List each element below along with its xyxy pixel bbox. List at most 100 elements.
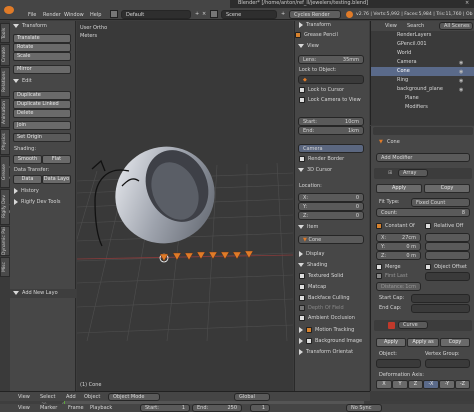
3d-viewport[interactable]: User Ortho Meters (1) Cone [77,21,293,391]
rigify-section-header[interactable]: Rigify Dev Tools [10,198,76,207]
clip-start-field[interactable]: Start: 10cm [298,117,364,126]
relative-offset-z[interactable] [425,251,470,260]
relative-offset-x[interactable] [425,233,470,242]
add-modifier-dropdown[interactable]: Add Modifier [376,153,470,162]
layout-selector[interactable]: Default [121,10,191,19]
axis-x-button[interactable]: X [376,380,392,389]
tab-misc[interactable]: Misc [0,257,10,277]
transform-orientations-header[interactable]: Transform Orientat [295,348,353,357]
menu-help[interactable]: Help [90,13,101,18]
rotate-button[interactable]: Rotate [13,43,71,52]
translate-button[interactable]: Translate [13,34,71,43]
ambient-occlusion-checkbox[interactable]: Ambient Occlusion [299,314,355,323]
offset-object-field[interactable] [425,272,470,281]
history-section-header[interactable]: History [10,187,76,196]
relative-offset-y[interactable] [425,242,470,251]
curve-copy-button[interactable]: Copy [440,338,470,347]
tab-relations[interactable]: Relations [0,67,10,97]
render-border-checkbox[interactable]: Render Border [299,155,344,164]
relative-offset-checkbox[interactable]: Relative Off [425,222,463,231]
clip-end-field[interactable]: End: 1km [298,126,364,135]
outliner-search-menu[interactable]: Search [407,24,424,29]
blender-logo-icon[interactable] [4,6,14,14]
mode-selector[interactable]: Object Mode [108,393,160,401]
scene-selector[interactable]: Scene [221,10,277,19]
menu-window[interactable]: Window [64,13,84,18]
outliner-display-mode[interactable]: All Scenes [439,22,473,30]
start-frame-field[interactable]: Start: 1 [140,404,190,412]
curve-object-field[interactable] [376,359,421,368]
view3d-object-menu[interactable]: Object [84,395,100,400]
depth-of-field-checkbox[interactable]: Depth Of Field [299,304,344,313]
curve-modifier-name[interactable]: Curve [398,321,428,329]
merge-checkbox[interactable]: Merge [376,263,401,272]
scene-add-icon[interactable]: + [281,12,285,17]
timeline-marker-menu[interactable]: Marker [40,406,57,411]
tab-physics[interactable]: Physics [0,129,10,155]
mirror-button[interactable]: Mirror [13,65,71,74]
matcap-checkbox[interactable]: Matcap [299,283,326,292]
fit-type-dropdown[interactable]: Fixed Count [411,198,470,207]
data-layout-button[interactable]: Data Layo [42,175,71,184]
join-button[interactable]: Join [13,121,71,130]
lock-cursor-checkbox[interactable]: Lock to Cursor [299,86,344,95]
smooth-button[interactable]: Smooth [13,155,42,164]
scale-button[interactable]: Scale [13,52,71,61]
local-camera-field[interactable]: Camera [298,144,364,153]
axis-z-button[interactable]: Z [408,380,423,389]
display-header[interactable]: Display [295,250,324,259]
tab-create[interactable]: Create [0,44,10,66]
n-transform-header[interactable]: Transform [295,21,331,30]
outliner-item-camera[interactable]: Camera [397,60,417,65]
outliner-item-gpencil[interactable]: GPencil.001 [397,42,427,47]
n-grease-pencil-header[interactable]: Grease Pencil [295,31,338,40]
tab-rigify-dev-tools[interactable]: Rigify Dev Tools [0,189,15,225]
duplicate-linked-button[interactable]: Duplicate Linked [13,100,71,109]
timeline-frame-menu[interactable]: Frame [68,406,84,411]
tab-tools[interactable]: Tools [0,23,10,43]
scene-icon[interactable] [210,10,218,18]
background-images-header[interactable]: Background Image [295,337,362,346]
end-frame-field[interactable]: End: 250 [192,404,242,412]
view3d-view-menu[interactable]: View [18,395,30,400]
array-modifier-name[interactable]: Array [398,169,428,177]
outliner-item-cone[interactable]: Cone [397,69,410,74]
timeline-view-menu[interactable]: View [18,406,30,411]
set-origin-button[interactable]: Set Origin [13,133,71,142]
outliner-item-ring[interactable]: Ring [397,78,408,83]
constant-offset-z[interactable]: Z: 0 m [376,251,421,260]
transform-orientation-selector[interactable]: Global [234,393,270,401]
curve-modifier-header[interactable]: Curve [374,320,472,331]
curve-apply-as-button[interactable]: Apply as [407,338,439,347]
outliner-visibility-icons[interactable]: ◉ ◉ ◉ ◉ [459,59,473,93]
current-frame-field[interactable]: 1 [250,404,270,412]
end-cap-field[interactable] [411,304,470,313]
outliner-item-renderlayers[interactable]: RenderLayers [397,33,431,38]
axis-neg-z-button[interactable]: -Z [455,380,470,389]
flat-button[interactable]: Flat [42,155,71,164]
item-name-field[interactable]: ▼ Cone [298,235,364,244]
cursor-z-field[interactable]: Z: 0 [298,211,364,220]
3d-cursor-header[interactable]: 3D Cursor [295,166,332,175]
constant-offset-x[interactable]: X: 27cm [376,233,421,242]
duplicate-button[interactable]: Duplicate [13,91,71,100]
data-button[interactable]: Data [13,175,42,184]
axis-neg-x-button[interactable]: -X [423,380,439,389]
edit-section-header[interactable]: Edit [10,77,76,86]
item-header[interactable]: Item [295,223,318,232]
view3d-select-menu[interactable]: Select [40,395,55,400]
lock-object-field[interactable]: ◆ [298,75,364,84]
array-modifier-header[interactable]: ⊞ Array [374,168,472,179]
menu-render[interactable]: Render [43,13,61,18]
transform-section-header[interactable]: Transform [10,22,76,31]
count-field[interactable]: Count: 8 [376,208,470,217]
screen-layout-icon[interactable] [110,10,118,18]
render-engine-selector[interactable]: Cycles Render [289,10,341,19]
sync-mode-selector[interactable]: No Sync [346,404,382,412]
lock-camera-checkbox[interactable]: Lock Camera to View [299,96,361,105]
motion-tracking-header[interactable]: Motion Tracking [295,326,354,335]
outliner-item-world[interactable]: World [397,51,411,56]
cursor-y-field[interactable]: Y: 0 [298,202,364,211]
textured-solid-checkbox[interactable]: Textured Solid [299,272,343,281]
constant-offset-checkbox[interactable]: Constant Of [376,222,415,231]
